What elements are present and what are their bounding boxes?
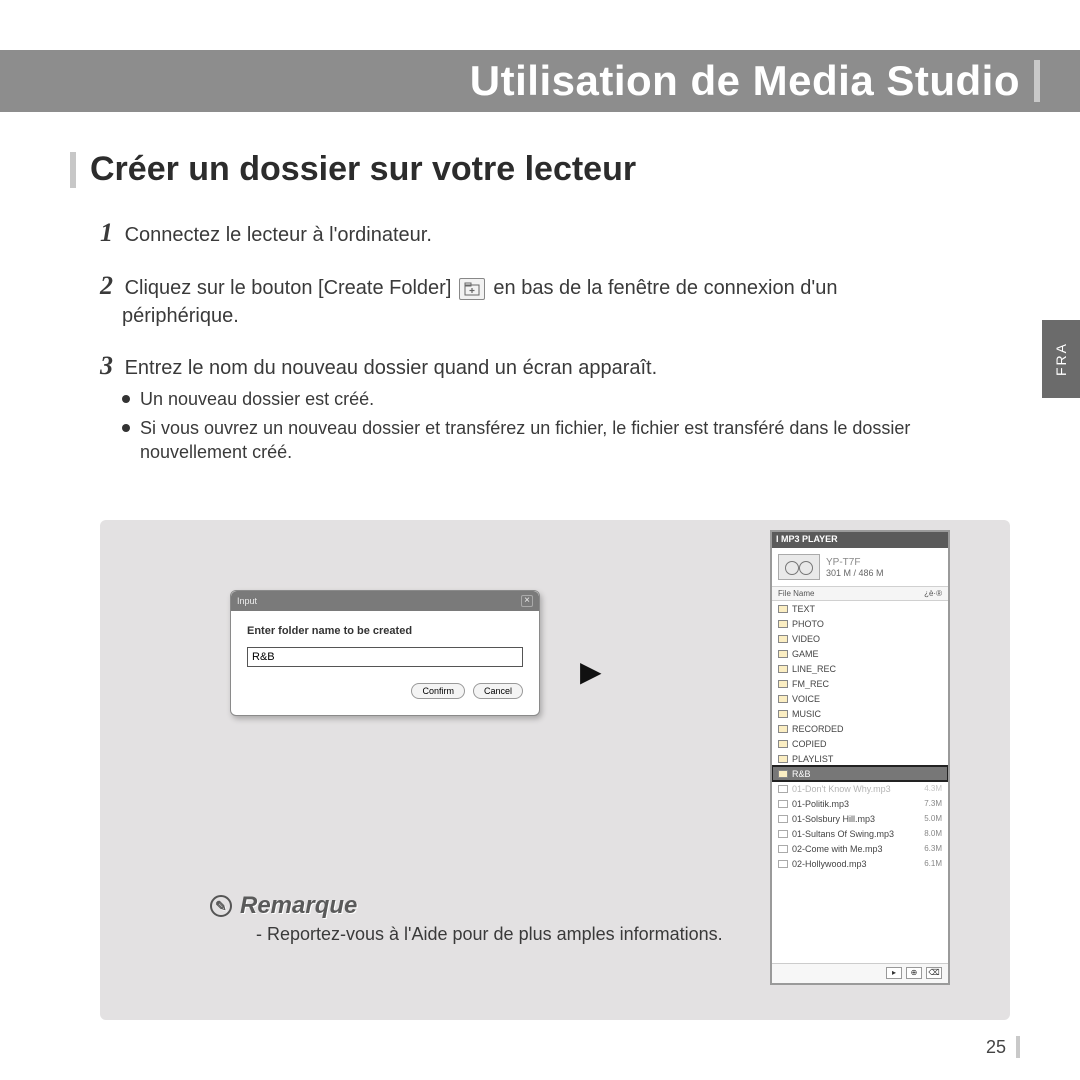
device-panel: I MP3 PLAYER YP-T7F 301 M / 486 M File N… [770, 530, 950, 985]
device-thumbnail [778, 554, 820, 580]
page-number: 25 [986, 1036, 1020, 1058]
folder-row[interactable]: TEXT [772, 601, 948, 616]
pagenum-bar-decoration [1016, 1036, 1020, 1058]
folder-icon [778, 650, 788, 658]
steps-list: 1 Connectez le lecteur à l'ordinateur. 2… [100, 215, 1010, 482]
file-row[interactable]: 01-Sultans Of Swing.mp38.0M [772, 826, 948, 841]
file-row[interactable]: 02-Come with Me.mp36.3M [772, 841, 948, 856]
close-icon[interactable]: × [521, 595, 533, 607]
folder-icon [778, 695, 788, 703]
folder-row[interactable]: FM_REC [772, 676, 948, 691]
folder-row[interactable]: PLAYLIST [772, 751, 948, 766]
page-title: Utilisation de Media Studio [470, 57, 1020, 105]
step-text: Connectez le lecteur à l'ordinateur. [125, 224, 432, 246]
folder-icon [778, 635, 788, 643]
file-icon [778, 785, 788, 793]
folder-icon [778, 710, 788, 718]
file-list[interactable]: TEXT PHOTO VIDEO GAME LINE_REC FM_REC VO… [772, 601, 948, 871]
step-3: 3 Entrez le nom du nouveau dossier quand… [100, 348, 1010, 464]
section-bar-decoration [70, 152, 76, 188]
file-row[interactable]: 01-Solsbury Hill.mp35.0M [772, 811, 948, 826]
step-text: en bas de la fenêtre de connexion d'un [493, 275, 837, 302]
folder-row[interactable]: VIDEO [772, 631, 948, 646]
confirm-button[interactable]: Confirm [411, 683, 465, 699]
step-number: 1 [100, 218, 113, 247]
step-number: 2 [100, 271, 113, 300]
folder-icon [778, 770, 788, 778]
step-number: 3 [100, 351, 113, 380]
folder-icon [778, 620, 788, 628]
header-band: Utilisation de Media Studio [0, 50, 1080, 112]
device-name: YP-T7F [826, 557, 884, 568]
section-heading: Créer un dossier sur votre lecteur [70, 150, 636, 189]
device-footer: ▸ ⊕ ⌫ [772, 963, 948, 983]
dialog-title: Input [237, 596, 521, 606]
dialog-label: Enter folder name to be created [247, 625, 523, 637]
column-headers: File Name ¿è·® [772, 587, 948, 601]
device-info: YP-T7F 301 M / 486 M [772, 548, 948, 587]
folder-row-selected[interactable]: R&B [772, 766, 948, 781]
folder-row[interactable]: PHOTO [772, 616, 948, 631]
play-icon[interactable]: ▸ [886, 967, 902, 979]
arrow-icon: ▶ [580, 655, 602, 688]
file-row[interactable]: 01-Don't Know Why.mp34.3M [772, 781, 948, 796]
file-icon [778, 830, 788, 838]
folder-icon [778, 665, 788, 673]
folder-row[interactable]: VOICE [772, 691, 948, 706]
folder-row[interactable]: LINE_REC [772, 661, 948, 676]
add-folder-icon[interactable]: ⊕ [906, 967, 922, 979]
folder-icon [778, 740, 788, 748]
folder-row[interactable]: MUSIC [772, 706, 948, 721]
file-icon [778, 845, 788, 853]
illustration-panel: Input × Enter folder name to be created … [100, 520, 1010, 1020]
section-title-text: Créer un dossier sur votre lecteur [90, 150, 636, 189]
create-folder-icon [459, 278, 485, 300]
remarque-text: - Reportez-vous à l'Aide pour de plus am… [210, 924, 723, 945]
delete-icon[interactable]: ⌫ [926, 967, 942, 979]
file-icon [778, 860, 788, 868]
step-text-cont: périphérique. [122, 303, 1010, 330]
file-row[interactable]: 02-Hollywood.mp36.1M [772, 856, 948, 871]
bullet-item: Si vous ouvrez un nouveau dossier et tra… [122, 416, 1010, 465]
input-dialog: Input × Enter folder name to be created … [230, 590, 540, 716]
col-filename: File Name [778, 589, 814, 598]
step-bullets: Un nouveau dossier est créé. Si vous ouv… [122, 387, 1010, 464]
step-text: Cliquez sur le bouton [Create Folder] [125, 275, 452, 302]
file-icon [778, 815, 788, 823]
cancel-button[interactable]: Cancel [473, 683, 523, 699]
note-icon: ✎ [210, 895, 232, 917]
language-side-tab: FRA [1042, 320, 1080, 398]
bullet-item: Un nouveau dossier est créé. [122, 387, 1010, 411]
file-row[interactable]: 01-Politik.mp37.3M [772, 796, 948, 811]
folder-row[interactable]: COPIED [772, 736, 948, 751]
dialog-titlebar: Input × [231, 591, 539, 611]
manual-page: Utilisation de Media Studio Créer un dos… [0, 0, 1080, 1080]
file-icon [778, 800, 788, 808]
step-text: Entrez le nom du nouveau dossier quand u… [125, 357, 658, 379]
folder-row[interactable]: GAME [772, 646, 948, 661]
header-bar-decoration [1034, 60, 1040, 102]
language-code: FRA [1053, 342, 1069, 376]
device-header: I MP3 PLAYER [772, 532, 948, 548]
folder-icon [778, 725, 788, 733]
col-size: ¿è·® [924, 589, 942, 598]
folder-icon [778, 605, 788, 613]
device-storage: 301 M / 486 M [826, 568, 884, 578]
step-1: 1 Connectez le lecteur à l'ordinateur. [100, 215, 1010, 250]
remarque-block: ✎ Remarque - Reportez-vous à l'Aide pour… [210, 892, 723, 945]
folder-icon [778, 755, 788, 763]
remarque-title: ✎ Remarque [210, 892, 723, 920]
folder-row[interactable]: RECORDED [772, 721, 948, 736]
folder-icon [778, 680, 788, 688]
step-2: 2 Cliquez sur le bouton [Create Folder] … [100, 268, 1010, 330]
folder-name-input[interactable] [247, 647, 523, 667]
